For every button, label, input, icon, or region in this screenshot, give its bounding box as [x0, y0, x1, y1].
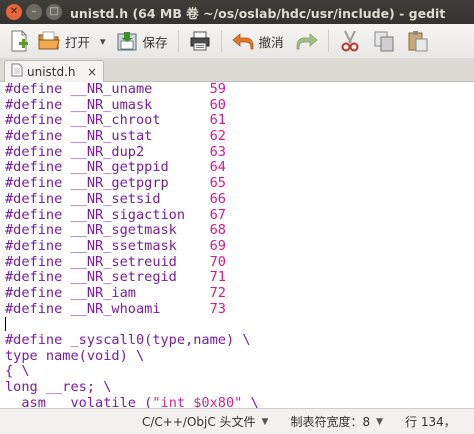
toolbar-separator — [327, 30, 329, 52]
tab-close-icon[interactable]: × — [87, 65, 97, 79]
toolbar-separator — [220, 30, 222, 52]
print-icon — [189, 30, 211, 52]
text-cursor — [5, 317, 6, 332]
chevron-down-icon: ▼ — [261, 416, 269, 427]
undo-button[interactable]: 撤消 — [228, 26, 288, 56]
code-line: #define __NR_whoami 73 — [5, 300, 226, 317]
undo-label: 撤消 — [258, 34, 284, 50]
code-line: #define __NR_dup2 63 — [5, 143, 226, 160]
copy-button[interactable] — [369, 26, 399, 56]
code-line: #define __NR_chroot 61 — [5, 112, 226, 129]
code-lines: #define __NR_uname 59 #define __NR_umask… — [5, 82, 259, 408]
language-label: C/C++/ObjC 头文件 — [142, 415, 256, 429]
toolbar: 打开 ▾ 保存 撤消 — [0, 24, 474, 58]
code-line: #define __NR_setregid 71 — [5, 269, 226, 286]
code-line: #define __NR_sigaction 67 — [5, 206, 226, 223]
language-selector[interactable]: C/C++/ObjC 头文件 ▼ — [142, 413, 268, 430]
chevron-down-icon: ▼ — [376, 416, 384, 427]
tab-label: unistd.h — [27, 64, 76, 79]
code-line: #define __NR_getppid 64 — [5, 159, 226, 176]
undo-arrow-icon — [231, 30, 254, 52]
paste-icon — [407, 30, 429, 52]
save-label: 保存 — [142, 34, 168, 50]
code-line: #define __NR_sgetmask 68 — [5, 222, 226, 239]
save-icon — [116, 30, 138, 52]
save-button[interactable]: 保存 — [112, 26, 172, 56]
tab-unistd-h[interactable]: unistd.h × — [4, 60, 104, 82]
open-label: 打开 — [65, 34, 91, 50]
title-bar: ✕ – □ unistd.h (64 MB 卷 ~/os/oslab/hdc/u… — [0, 0, 474, 24]
code-line: __asm__ volatile ("int $0x80" \ — [5, 394, 259, 408]
redo-arrow-icon — [296, 30, 318, 52]
code-line: #define __NR_iam 72 — [5, 284, 226, 301]
maximize-window-button[interactable]: □ — [46, 4, 62, 20]
print-button[interactable] — [185, 26, 215, 56]
code-line: #define __NR_uname 59 — [5, 82, 226, 97]
code-line: type name(void) \ — [5, 347, 145, 364]
open-folder-icon — [38, 30, 60, 52]
document-icon — [11, 62, 23, 81]
tab-width-label: 制表符宽度：8 — [290, 415, 371, 429]
code-line: { \ — [5, 363, 30, 380]
scissors-icon — [339, 30, 361, 52]
code-line: #define __NR_setreuid 70 — [5, 253, 226, 270]
code-line: long __res; \ — [5, 379, 112, 396]
minimize-window-button[interactable]: – — [26, 4, 42, 20]
new-document-button[interactable] — [4, 26, 34, 56]
code-line: #define __NR_getpgrp 65 — [5, 175, 226, 192]
code-line: #define __NR_ssetmask 69 — [5, 237, 226, 254]
code-line: #define __NR_umask 60 — [5, 96, 226, 113]
open-dropdown-icon[interactable]: ▾ — [100, 35, 106, 48]
open-button[interactable]: 打开 — [34, 26, 94, 56]
code-line: #define _syscall0(type,name) \ — [5, 332, 251, 348]
close-window-button[interactable]: ✕ — [6, 4, 22, 20]
tab-width-selector[interactable]: 制表符宽度：8 ▼ — [290, 413, 383, 430]
paste-button[interactable] — [403, 26, 433, 56]
position-label: 行 134， — [405, 415, 456, 429]
cursor-line — [5, 317, 259, 333]
new-document-icon — [8, 30, 30, 52]
copy-icon — [373, 30, 395, 52]
tab-strip: unistd.h × — [0, 58, 474, 82]
redo-button[interactable] — [292, 26, 322, 56]
toolbar-separator — [177, 30, 179, 52]
window-title: unistd.h (64 MB 卷 ~/os/oslab/hdc/usr/inc… — [70, 5, 446, 21]
cursor-position: 行 134， — [405, 413, 456, 430]
cut-button[interactable] — [335, 26, 365, 56]
code-line: #define __NR_ustat 62 — [5, 128, 226, 145]
text-editor[interactable]: #define __NR_uname 59 #define __NR_umask… — [0, 82, 474, 408]
code-line: #define __NR_setsid 66 — [5, 190, 226, 207]
status-bar: C/C++/ObjC 头文件 ▼ 制表符宽度：8 ▼ 行 134， — [0, 408, 474, 434]
